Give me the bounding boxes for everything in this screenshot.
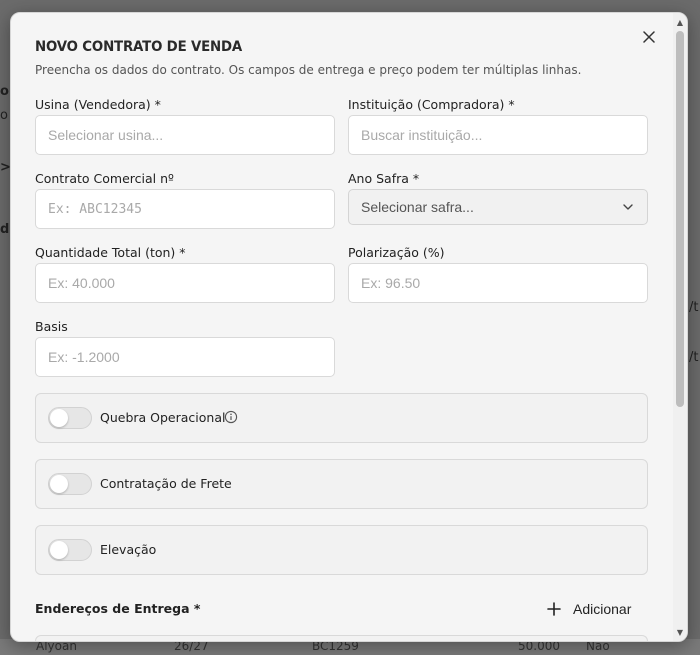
elevacao-switch[interactable] <box>48 539 92 561</box>
contract-modal: NOVO CONTRATO DE VENDA Preencha os dados… <box>10 12 688 642</box>
switch-knob <box>50 541 68 559</box>
quantidade-input[interactable] <box>35 263 335 303</box>
add-label: Adicionar <box>573 601 632 617</box>
basis-label: Basis <box>35 319 68 334</box>
toggle-card-frete: Contratação de Frete <box>35 459 648 509</box>
quebra-operacional-switch[interactable] <box>48 407 92 429</box>
toggle-label: Contratação de Frete <box>100 476 232 491</box>
toggle-card-elevacao: Elevação <box>35 525 648 575</box>
contrato-input[interactable] <box>35 189 335 229</box>
scroll-down-arrow[interactable]: ▼ <box>673 625 687 639</box>
background-fragment: /t <box>689 350 699 365</box>
usina-input[interactable] <box>35 115 335 155</box>
quantidade-label: Quantidade Total (ton) * <box>35 245 186 260</box>
add-endereco-button[interactable]: Adicionar <box>539 595 639 623</box>
entrega-card <box>35 635 648 641</box>
basis-input[interactable] <box>35 337 335 377</box>
ano-safra-label: Ano Safra * <box>348 171 420 186</box>
scroll-up-arrow[interactable]: ▲ <box>673 15 687 29</box>
toggle-label: Quebra Operacional <box>100 410 226 425</box>
instituicao-input[interactable] <box>348 115 648 155</box>
modal-subtitle: Preencha os dados do contrato. Os campos… <box>35 63 582 77</box>
close-icon <box>643 31 655 43</box>
modal-title: NOVO CONTRATO DE VENDA <box>35 39 243 55</box>
close-button[interactable] <box>639 27 659 47</box>
info-icon[interactable] <box>224 410 238 424</box>
background-fragment: d <box>0 222 10 237</box>
enderecos-entrega-label: Endereços de Entrega * <box>35 601 201 616</box>
usina-label: Usina (Vendedora) * <box>35 97 161 112</box>
toggle-label: Elevação <box>100 542 157 557</box>
contratacao-frete-switch[interactable] <box>48 473 92 495</box>
scroll-thumb[interactable] <box>676 31 684 407</box>
instituicao-label: Instituição (Compradora) * <box>348 97 515 112</box>
switch-knob <box>50 475 68 493</box>
switch-knob <box>50 409 68 427</box>
ano-safra-value: Selecionar safra... <box>361 199 474 215</box>
toggle-card-quebra: Quebra Operacional <box>35 393 648 443</box>
ano-safra-select[interactable]: Selecionar safra... <box>348 189 648 225</box>
contrato-label: Contrato Comercial nº <box>35 171 174 186</box>
plus-icon <box>547 602 561 616</box>
scrollbar[interactable]: ▲ ▼ <box>673 13 687 641</box>
background-fragment: /t <box>689 300 699 315</box>
polarizacao-label: Polarização (%) <box>348 245 445 260</box>
chevron-down-icon <box>623 204 633 210</box>
background-fragment: o <box>0 108 8 123</box>
modal-content: NOVO CONTRATO DE VENDA Preencha os dados… <box>11 13 673 641</box>
background-fragment: o <box>0 84 9 99</box>
polarizacao-input[interactable] <box>348 263 648 303</box>
